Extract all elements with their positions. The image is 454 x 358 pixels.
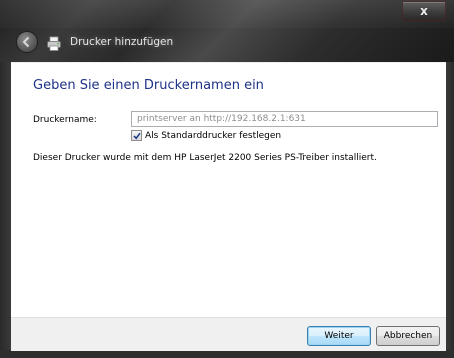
printer-name-input[interactable]: [131, 111, 438, 127]
content-panel: Geben Sie einen Druckernamen ein Drucker…: [11, 63, 446, 317]
back-button[interactable]: [16, 31, 38, 53]
page-heading: Geben Sie einen Druckernamen ein: [33, 78, 264, 93]
window-frame-right: [446, 62, 454, 358]
next-button[interactable]: Weiter: [307, 326, 371, 346]
checkmark-icon: [133, 132, 141, 140]
add-printer-window: x Drucker hinzufügen Geben Sie einen Dru…: [0, 0, 454, 358]
printer-name-label: Druckername:: [33, 115, 97, 125]
window-frame-bottom: [0, 350, 454, 358]
close-button[interactable]: x: [402, 1, 446, 21]
default-printer-label[interactable]: Als Standarddrucker festlegen: [145, 130, 281, 142]
window-title: Drucker hinzufügen: [70, 36, 174, 48]
default-printer-option[interactable]: Als Standarddrucker festlegen: [131, 130, 281, 143]
driver-info-text: Dieser Drucker wurde mit dem HP LaserJet…: [33, 153, 377, 163]
default-printer-checkbox[interactable]: [131, 130, 142, 141]
printer-icon: [47, 36, 61, 51]
title-bar: x Drucker hinzufügen: [0, 0, 454, 62]
window-frame-left: [0, 62, 11, 358]
button-bar: Weiter Abbrechen: [11, 317, 446, 351]
back-arrow-icon: [22, 36, 30, 48]
cancel-button[interactable]: Abbrechen: [376, 326, 440, 346]
